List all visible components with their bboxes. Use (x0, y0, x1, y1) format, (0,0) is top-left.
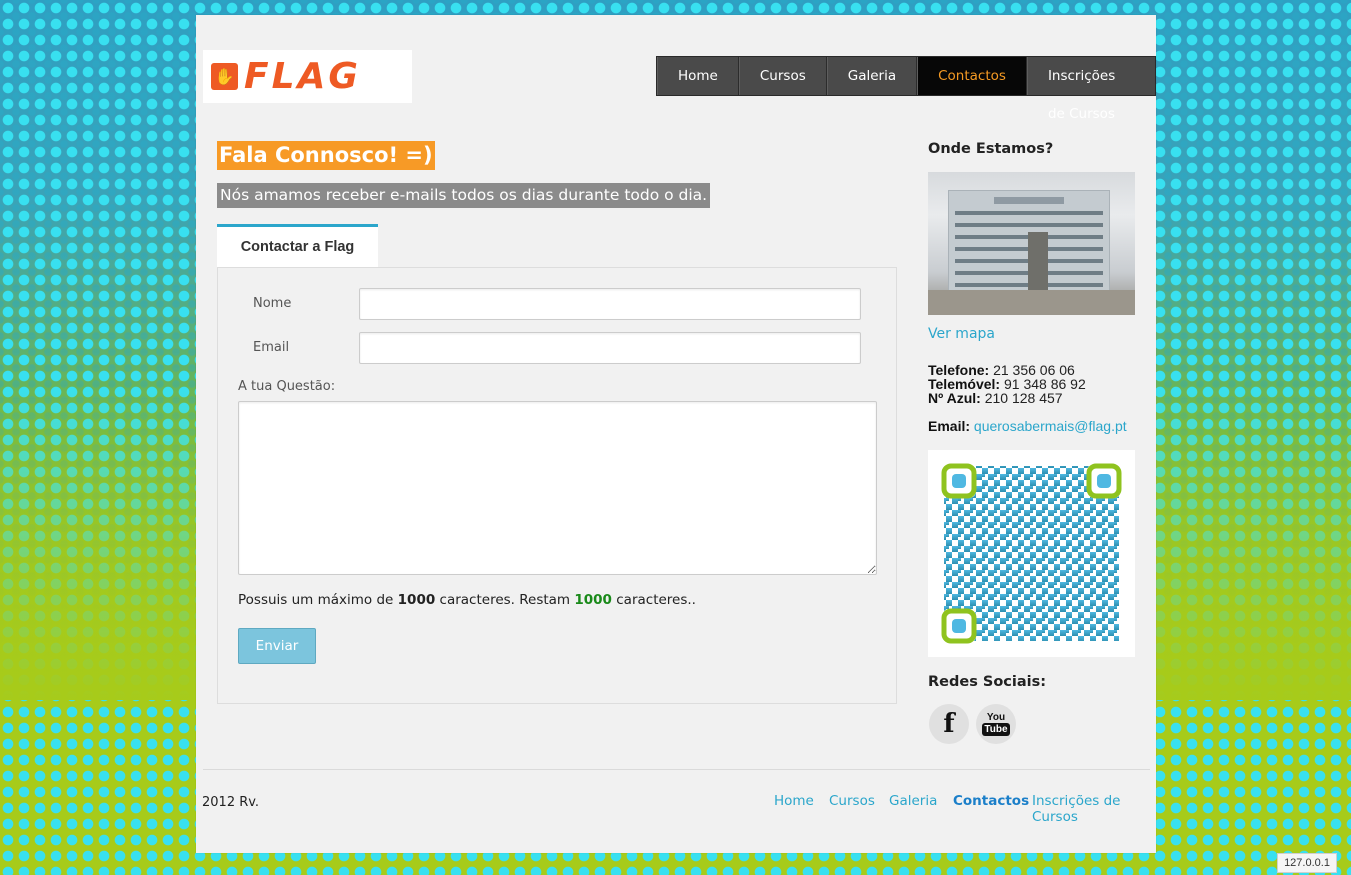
copyright: 2012 Rv. (202, 795, 260, 810)
qr-code-icon (941, 463, 1122, 644)
footer-link-cursos[interactable]: Cursos (829, 793, 875, 809)
ip-badge: 127.0.0.1 (1277, 853, 1337, 873)
counter-remaining: 1000 (574, 592, 612, 608)
azul-value: 210 128 457 (984, 390, 1063, 406)
question-label: A tua Questão: (238, 379, 336, 394)
building-photo (928, 172, 1135, 315)
page-container: ✋ FLAG Home Cursos Galeria Contactos Ins… (196, 15, 1156, 853)
footer-link-home[interactable]: Home (774, 793, 814, 809)
nav-item-inscricoes[interactable]: Inscrições de Cursos (1026, 57, 1155, 122)
page-subtitle: Nós amamos receber e-mails todos os dias… (217, 183, 711, 208)
question-textarea[interactable] (238, 401, 877, 575)
azul-line: Nº Azul: 210 128 457 (928, 391, 1063, 405)
qr-code (928, 450, 1135, 657)
tab-contactar[interactable]: Contactar a Flag (217, 224, 378, 267)
name-input[interactable] (359, 288, 861, 320)
footer-link-galeria[interactable]: Galeria (889, 793, 937, 809)
nav-item-home[interactable]: Home (657, 57, 739, 95)
char-counter: Possuis um máximo de 1000 caracteres. Re… (238, 592, 696, 608)
social-heading: Redes Sociais: (928, 674, 1047, 690)
youtube-button[interactable]: You Tube (976, 704, 1016, 744)
page-title: Fala Connosco! =) (217, 141, 435, 170)
phone-line: Telefone: 21 356 06 06 (928, 363, 1075, 377)
footer-divider (203, 769, 1150, 770)
azul-label: Nº Azul: (928, 390, 981, 406)
counter-suffix: caracteres.. (616, 592, 696, 608)
counter-middle: caracteres. Restam (439, 592, 571, 608)
submit-button[interactable]: Enviar (238, 628, 316, 664)
footer-link-inscricoes[interactable]: Inscrições de Cursos (1032, 793, 1156, 825)
nav-item-galeria[interactable]: Galeria (826, 57, 918, 95)
email-line: Email: querosabermais@flag.pt (928, 419, 1127, 433)
location-heading: Onde Estamos? (928, 141, 1054, 157)
logo-text: FLAG (244, 56, 361, 97)
counter-max: 1000 (397, 592, 436, 608)
footer-link-contactos[interactable]: Contactos (953, 793, 1029, 809)
youtube-top: You (986, 712, 1006, 723)
name-label: Nome (253, 296, 292, 311)
email-contact-label: Email: (928, 418, 971, 434)
main-nav: Home Cursos Galeria Contactos Inscrições… (656, 56, 1156, 122)
nav-item-contactos[interactable]: Contactos (917, 57, 1027, 95)
counter-prefix: Possuis um máximo de (238, 592, 394, 608)
email-link[interactable]: querosabermais@flag.pt (974, 418, 1127, 434)
hand-icon: ✋ (211, 63, 238, 90)
nav-item-cursos[interactable]: Cursos (738, 57, 827, 95)
facebook-icon: f (943, 709, 955, 739)
flag-logo[interactable]: ✋ FLAG (203, 50, 412, 103)
mobile-line: Telemóvel: 91 348 86 92 (928, 377, 1086, 391)
facebook-button[interactable]: f (929, 704, 969, 744)
youtube-bottom: Tube (982, 723, 1010, 736)
youtube-icon: You Tube (982, 712, 1010, 736)
email-input[interactable] (359, 332, 861, 364)
map-link[interactable]: Ver mapa (928, 326, 995, 342)
email-label: Email (253, 340, 290, 355)
